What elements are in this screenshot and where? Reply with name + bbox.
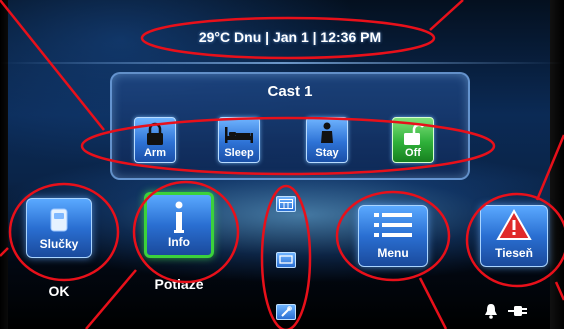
arm-button[interactable]: Arm xyxy=(134,117,176,163)
partition-title: Cast 1 xyxy=(267,83,313,100)
stay-label: Stay xyxy=(315,147,339,159)
screen-button[interactable] xyxy=(276,252,296,268)
right-bezel xyxy=(550,0,564,329)
touchscreen: 29°C Dnu | Jan 1 | 12:36 PM Cast 1 Arm S… xyxy=(0,0,564,329)
status-text: 29°C Dnu | Jan 1 | 12:36 PM xyxy=(198,29,382,45)
person-icon xyxy=(307,121,347,147)
left-bezel xyxy=(0,0,8,329)
bed-icon xyxy=(219,121,259,147)
calendar-icon xyxy=(279,199,293,209)
zones-label: Slučky xyxy=(39,237,79,251)
arm-label: Arm xyxy=(143,147,166,159)
menu-button[interactable]: Menu xyxy=(358,205,428,267)
calendar-button[interactable] xyxy=(276,196,296,212)
zones-button[interactable]: Slučky xyxy=(26,198,92,258)
partition-panel: Cast 1 Arm Sleep Stay Off xyxy=(110,72,470,180)
tools-icon xyxy=(281,306,292,317)
zones-status: OK xyxy=(48,283,70,299)
info-caption: Potiaze xyxy=(154,276,204,292)
divider xyxy=(0,62,564,64)
off-button[interactable]: Off xyxy=(392,117,434,163)
sleep-label: Sleep xyxy=(224,147,254,159)
lock-closed-icon xyxy=(135,121,175,147)
panic-label: Tieseň xyxy=(495,246,533,260)
screen-icon xyxy=(279,255,293,264)
power-plug-icon xyxy=(508,306,527,316)
menu-label: Menu xyxy=(377,246,409,260)
stay-button[interactable]: Stay xyxy=(306,117,348,163)
tools-button[interactable] xyxy=(276,304,296,320)
sleep-button[interactable]: Sleep xyxy=(218,117,260,163)
bell-icon xyxy=(485,304,497,319)
device-icon xyxy=(27,205,91,235)
list-icon xyxy=(359,210,427,240)
off-label: Off xyxy=(405,147,421,159)
status-bar: 29°C Dnu | Jan 1 | 12:36 PM xyxy=(150,20,430,54)
panic-button[interactable]: Tieseň xyxy=(480,205,548,267)
info-label: Info xyxy=(168,235,190,249)
warning-icon xyxy=(481,209,547,240)
info-icon xyxy=(147,199,211,237)
lock-open-icon xyxy=(393,121,433,147)
status-icons xyxy=(484,300,534,322)
info-button[interactable]: Info xyxy=(144,192,214,258)
